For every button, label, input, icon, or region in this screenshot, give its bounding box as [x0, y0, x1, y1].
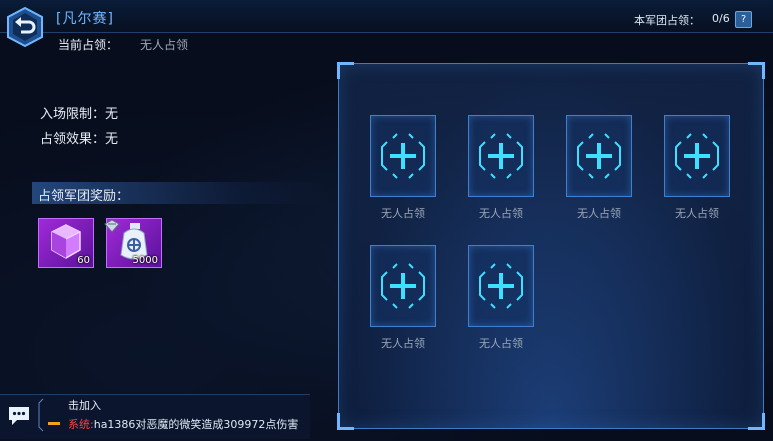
add-plus-icon	[479, 133, 523, 179]
chat-bubble-icon	[9, 407, 29, 425]
slot-frame	[370, 115, 436, 197]
slot-frame	[566, 115, 632, 197]
occupy-slot-3[interactable]: 无人占领	[566, 115, 632, 220]
rank-badge-icon	[104, 219, 120, 233]
entry-limit-text: 入场限制：无	[40, 107, 119, 122]
back-button[interactable]	[4, 6, 46, 48]
slot-label: 无人占领	[675, 207, 719, 220]
slot-frame	[664, 115, 730, 197]
occupy-slot-6[interactable]: 无人占领	[468, 245, 534, 350]
chat-message-text: ha1386对恶魔的微笑造成309972点伤害	[93, 418, 299, 431]
occupy-slot-1[interactable]: 无人占领	[370, 115, 436, 220]
add-plus-icon	[675, 133, 719, 179]
reward-count: 5000	[132, 255, 158, 266]
page-title: [凡尔赛]	[56, 11, 114, 27]
slot-label: 无人占领	[479, 207, 523, 220]
add-plus-icon	[381, 263, 425, 309]
system-indicator	[48, 422, 60, 425]
reward-header-label: 占领军团奖励：	[38, 189, 130, 204]
slot-label: 无人占领	[577, 207, 621, 220]
occupy-slot-2[interactable]: 无人占领	[468, 115, 534, 220]
slot-frame	[468, 245, 534, 327]
chat-message: 系统:ha1386对恶魔的微笑造成309972点伤害	[68, 416, 298, 432]
reward-item-crystal[interactable]: 60	[38, 218, 94, 268]
panel-corner	[748, 62, 765, 79]
occupy-slot-5[interactable]: 无人占领	[370, 245, 436, 350]
slot-label: 无人占领	[381, 207, 425, 220]
chat-join-text[interactable]: 击加入	[68, 397, 101, 413]
panel-corner	[337, 413, 354, 430]
slot-frame	[468, 115, 534, 197]
system-tag: 系统:	[68, 418, 94, 431]
legion-occupied-label: 本军团占领：	[634, 14, 700, 27]
occupy-effect-text: 占领效果：无	[40, 132, 119, 147]
slot-label: 无人占领	[381, 337, 425, 350]
legion-occupied-count: 0/6	[712, 12, 730, 25]
current-occupier-value: 无人占领	[140, 38, 189, 52]
current-occupier-label: 当前占领：	[58, 38, 119, 52]
occupation-panel: 无人占领 无人占领 无人占领 无人占领 无人占领 无人占领	[337, 62, 765, 430]
add-plus-icon	[479, 263, 523, 309]
slot-frame	[370, 245, 436, 327]
occupy-slot-4[interactable]: 无人占领	[664, 115, 730, 220]
slot-label: 无人占领	[479, 337, 523, 350]
reward-header: 占领军团奖励：	[32, 182, 328, 204]
panel-corner	[748, 413, 765, 430]
reward-count: 60	[77, 255, 90, 266]
add-plus-icon	[381, 133, 425, 179]
back-arrow-icon	[7, 6, 43, 48]
chat-divider	[38, 398, 44, 432]
help-button[interactable]: ?	[735, 11, 752, 28]
add-plus-icon	[577, 133, 621, 179]
panel-corner	[337, 62, 354, 79]
chat-button[interactable]	[6, 404, 32, 428]
